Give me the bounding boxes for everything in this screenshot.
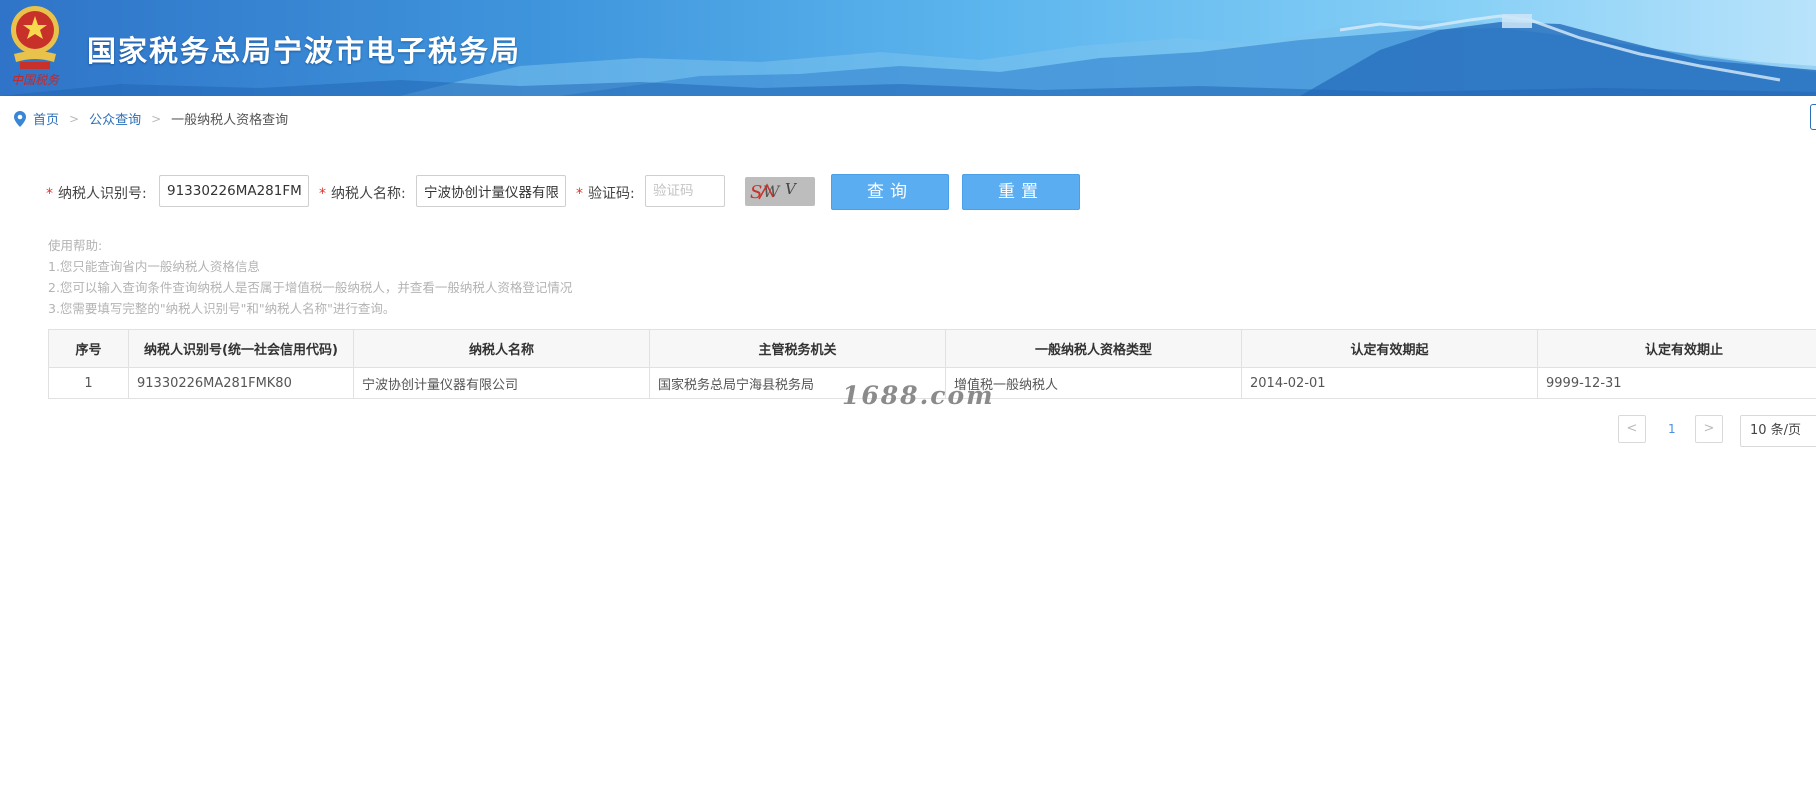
help-title: 使用帮助:: [48, 238, 103, 253]
prev-page-button[interactable]: <: [1618, 415, 1646, 443]
taxpayer-id-label-text: 纳税人识别号:: [58, 186, 147, 202]
cell-valid-to: 9999-12-31: [1537, 367, 1816, 399]
captcha-label-text: 验证码:: [588, 186, 635, 202]
captcha-image[interactable]: S W V: [745, 177, 815, 206]
captcha-input[interactable]: [645, 175, 725, 207]
svg-text:S: S: [750, 182, 762, 203]
column-header-tax-authority: 主管税务机关: [649, 329, 946, 368]
help-line: 3.您需要填写完整的"纳税人识别号"和"纳税人名称"进行查询。: [48, 301, 396, 316]
cell-taxpayer-id: 91330226MA281FMK80: [128, 367, 354, 399]
required-mark: *: [46, 186, 53, 202]
breadcrumb-public-query-link[interactable]: 公众查询: [89, 109, 141, 128]
taxpayer-name-label-text: 纳税人名称:: [331, 186, 406, 202]
next-page-button[interactable]: >: [1695, 415, 1723, 443]
usage-help: 使用帮助: 1.您只能查询省内一般纳税人资格信息 2.您可以输入查询条件查询纳税…: [48, 235, 572, 319]
right-edge-button[interactable]: [1810, 104, 1816, 130]
tax-emblem-logo: 中国税务: [6, 4, 64, 88]
column-header-taxpayer-id: 纳税人识别号(统一社会信用代码): [128, 329, 354, 368]
required-mark: *: [319, 186, 326, 202]
breadcrumb-separator: >: [69, 111, 80, 126]
table-header-row: 序号 纳税人识别号(统一社会信用代码) 纳税人名称 主管税务机关 一般纳税人资格…: [48, 329, 1816, 368]
required-mark: *: [576, 186, 583, 202]
svg-text:W: W: [763, 182, 781, 201]
breadcrumb-separator: >: [151, 111, 162, 126]
chevron-left-icon: <: [1626, 421, 1638, 436]
location-pin-icon: [14, 110, 26, 127]
page-number-current[interactable]: 1: [1668, 422, 1676, 436]
help-line: 2.您可以输入查询条件查询纳税人是否属于增值税一般纳税人，并查看一般纳税人资格登…: [48, 280, 573, 295]
cell-valid-from: 2014-02-01: [1241, 367, 1538, 399]
page-size-select[interactable]: 10 条/页: [1740, 415, 1816, 447]
column-header-qualification-type: 一般纳税人资格类型: [945, 329, 1242, 368]
page-size-value: 10 条/页: [1750, 423, 1802, 438]
breadcrumb-current: 一般纳税人资格查询: [171, 113, 289, 128]
reset-button[interactable]: 重置: [962, 174, 1080, 210]
captcha-label: * 验证码:: [576, 183, 635, 203]
cell-taxpayer-name: 宁波协创计量仪器有限公司: [353, 367, 650, 399]
site-title: 国家税务总局宁波市电子税务局: [87, 34, 522, 68]
column-header-taxpayer-name: 纳税人名称: [353, 329, 650, 368]
breadcrumb: 首页 > 公众查询 > 一般纳税人资格查询: [14, 109, 288, 128]
watermark-text: 1688.com: [842, 381, 995, 410]
taxpayer-name-input[interactable]: [416, 175, 566, 207]
header-banner: 中国税务 国家税务总局宁波市电子税务局: [0, 0, 1816, 96]
chevron-right-icon: >: [1703, 421, 1715, 436]
taxpayer-name-label: * 纳税人名称:: [319, 183, 406, 203]
column-header-valid-from: 认定有效期起: [1241, 329, 1538, 368]
query-button[interactable]: 查询: [831, 174, 949, 210]
taxpayer-id-label: * 纳税人识别号:: [46, 183, 147, 203]
column-header-valid-to: 认定有效期止: [1537, 329, 1816, 368]
taxpayer-id-input[interactable]: [159, 175, 309, 207]
cell-index: 1: [48, 367, 129, 399]
help-line: 1.您只能查询省内一般纳税人资格信息: [48, 259, 260, 274]
svg-text:中国税务: 中国税务: [11, 73, 60, 87]
column-header-index: 序号: [48, 329, 129, 368]
breadcrumb-home-link[interactable]: 首页: [33, 109, 59, 128]
svg-text:V: V: [785, 180, 798, 198]
